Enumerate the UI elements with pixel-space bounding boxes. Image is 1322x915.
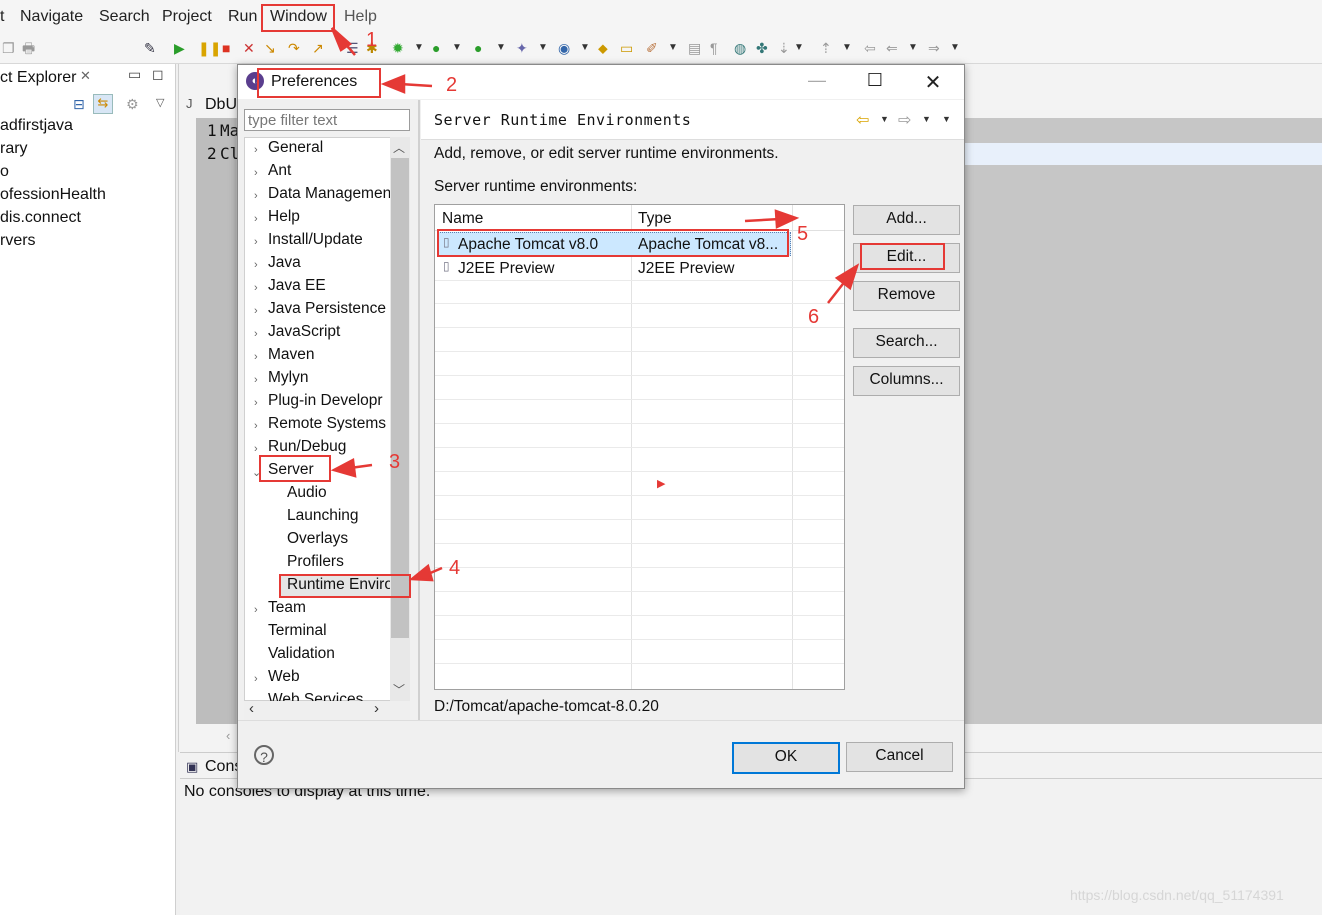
annotation-arrowhead <box>330 27 353 52</box>
annotation-arrowhead <box>834 263 860 291</box>
annotation-arrowhead <box>774 209 800 229</box>
annotation-arrowhead <box>330 458 357 478</box>
annotation-number: 5 <box>797 223 809 245</box>
annotation-number: 3 <box>389 451 401 473</box>
annotation-arrow <box>744 217 781 223</box>
annotation-number: 4 <box>449 557 461 579</box>
annotation-arrowhead <box>408 563 434 582</box>
annotation-arrows <box>330 27 860 582</box>
annotation-number: 1 <box>366 29 378 51</box>
annotation-number: 6 <box>808 306 820 328</box>
annotation-arrowhead <box>380 74 406 94</box>
annotation-number: 2 <box>446 74 458 96</box>
